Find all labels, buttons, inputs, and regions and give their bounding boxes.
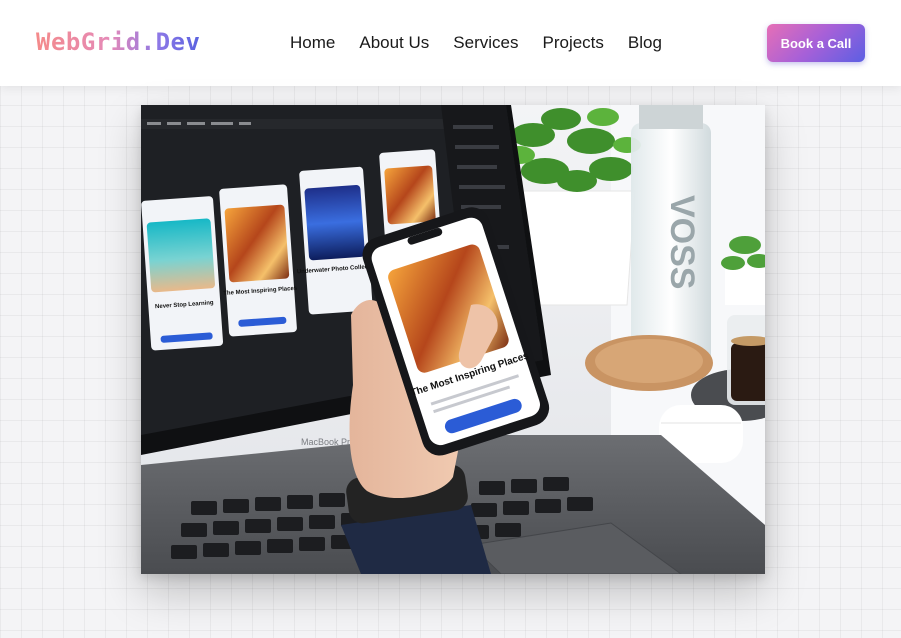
nav-link-services[interactable]: Services <box>453 33 518 53</box>
nav-link-blog[interactable]: Blog <box>628 33 662 53</box>
laptop-phone-photo: VOSS MacBook Pro Never Stop Learning The… <box>141 105 765 574</box>
brand-logo[interactable]: WebGrid.Dev <box>36 28 200 56</box>
top-navbar: WebGrid.Dev Home About Us Services Proje… <box>0 0 901 86</box>
nav-link-projects[interactable]: Projects <box>542 33 603 53</box>
screen-card-places: The Most Inspiring Places <box>219 184 298 337</box>
laptop-brand-label: MacBook Pro <box>301 437 355 447</box>
nav-link-about-us[interactable]: About Us <box>359 33 429 53</box>
svg-text:VOSS: VOSS <box>663 195 701 289</box>
screen-card-learning: Never Stop Learning <box>141 196 224 351</box>
book-a-call-button[interactable]: Book a Call <box>767 24 865 62</box>
nav-link-home[interactable]: Home <box>290 33 335 53</box>
main-navigation: Home About Us Services Projects Blog <box>290 33 662 53</box>
hero-image: VOSS MacBook Pro Never Stop Learning The… <box>141 105 765 574</box>
